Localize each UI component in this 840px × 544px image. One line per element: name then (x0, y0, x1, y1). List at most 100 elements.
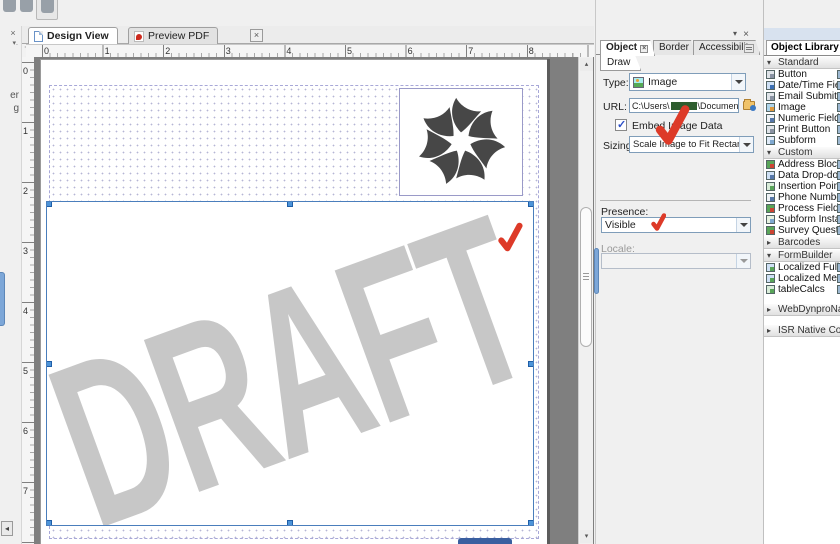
panel-menu-icon[interactable] (13, 39, 18, 47)
palette-header (764, 28, 840, 40)
library-item-data-drop-down-l[interactable]: Data Drop-down L (764, 170, 840, 181)
ruler-number: 7 (468, 46, 474, 56)
browse-button[interactable] (741, 97, 756, 113)
object-palette: Object Border Accessibility Draw Type: I… (595, 0, 757, 544)
close-icon[interactable] (640, 45, 648, 53)
toolbar-icon[interactable] (3, 0, 16, 12)
close-icon[interactable] (8, 28, 18, 38)
library-item-tablecalcs[interactable]: tableCalcs (764, 284, 840, 295)
library-section-webdynpronative[interactable]: ▸WebDynproNative (764, 303, 840, 316)
close-tab-button[interactable] (250, 29, 263, 42)
collapse-panel-button[interactable] (1, 521, 13, 536)
tab-overflow-icon[interactable] (744, 44, 754, 53)
library-item-subform[interactable]: Subform (764, 135, 840, 146)
left-panel-edge: er g (0, 26, 22, 544)
image-icon (766, 103, 775, 112)
ruler-number: 2 (165, 46, 171, 56)
tab-design-view[interactable]: Design View (28, 27, 118, 44)
selection-handle[interactable] (47, 202, 52, 207)
triangle-right-icon[interactable]: ▸ (767, 325, 771, 336)
selection-handle[interactable] (287, 520, 293, 525)
library-section-formbuilder[interactable]: ▾ FormBuilder (764, 249, 840, 262)
subform-instance-icon (766, 215, 775, 224)
library-item-date-time-field[interactable]: Date/Time Field (764, 80, 840, 91)
library-section-standard[interactable]: ▾ Standard (764, 56, 840, 69)
library-item-process-fields[interactable]: Process Fields (764, 203, 840, 214)
library-item-numeric-field[interactable]: Numeric Field (764, 113, 840, 124)
library-section-barcodes[interactable]: ▸ Barcodes (764, 236, 840, 249)
selection-handle[interactable] (528, 520, 533, 525)
logo-image-object[interactable] (399, 88, 523, 196)
image-icon (633, 76, 644, 88)
selected-image-object[interactable]: DRAFT (46, 201, 534, 526)
tab-object[interactable]: Object (600, 40, 655, 56)
chevron-down-icon[interactable] (731, 74, 745, 90)
content-area[interactable]: DRAFT (46, 85, 539, 539)
panel-splitter-grip[interactable] (594, 248, 599, 294)
selection-handle[interactable] (528, 360, 533, 367)
subform-icon (766, 136, 775, 145)
ruler-number: 3 (225, 46, 231, 56)
library-item-image[interactable]: Image (764, 102, 840, 113)
embed-image-data-checkbox[interactable] (615, 118, 627, 131)
library-item-localized-full-date[interactable]: Localized Full Date (764, 262, 840, 273)
selection-handle[interactable] (47, 520, 52, 525)
library-item-print-button[interactable]: Print Button (764, 124, 840, 135)
palette-close-icon[interactable] (743, 29, 749, 40)
library-item-email-submit-butto[interactable]: Email Submit Butto (764, 91, 840, 102)
scroll-down-icon[interactable] (580, 530, 593, 543)
ruler-number: 6 (23, 426, 29, 436)
chevron-down-icon[interactable] (739, 137, 753, 152)
selection-handle[interactable] (528, 202, 533, 207)
tab-preview-pdf[interactable]: Preview PDF (128, 27, 219, 44)
library-item-address-block[interactable]: Address Block (764, 159, 840, 170)
toolbar-icon[interactable] (20, 0, 33, 12)
tab-object-library[interactable]: Object Library (766, 40, 840, 55)
numeric-field-icon (766, 114, 775, 123)
app-window: er g Design View Preview PDF 0 1 2 3 4 5 6 7 8 0… (0, 0, 840, 544)
panel-splitter-grip[interactable] (0, 272, 5, 326)
ruler-number: 3 (23, 246, 29, 256)
print-button-icon (766, 125, 775, 134)
chevron-down-icon (736, 254, 750, 268)
library-section-custom[interactable]: ▾ Custom (764, 146, 840, 159)
library-item-insertion-point[interactable]: Insertion Point (764, 181, 840, 192)
tab-border[interactable]: Border (653, 40, 696, 55)
localized-medium-icon (766, 274, 775, 283)
design-canvas[interactable]: DRAFT (34, 57, 594, 544)
vertical-ruler: 0 1 2 3 4 5 6 7 (22, 57, 34, 544)
folder-icon (742, 98, 756, 111)
sizing-dropdown[interactable]: Scale Image to Fit Rectangle (629, 136, 754, 153)
scroll-up-icon[interactable] (580, 58, 593, 71)
library-item-subform-instance[interactable]: Subform Instance (764, 214, 840, 225)
toolbar-button[interactable] (36, 0, 58, 20)
scrollbar-thumb[interactable] (580, 207, 592, 347)
selection-handle[interactable] (47, 360, 52, 367)
library-item-phone-number-u[interactable]: Phone Number - U (764, 192, 840, 203)
ruler-number: 1 (23, 126, 29, 136)
library-section-isr-native-contro[interactable]: ▸ISR Native Contro (764, 324, 840, 337)
page-tab-sliver[interactable] (458, 538, 512, 544)
palette-tab-bar: Object Border Accessibility (596, 40, 758, 55)
selection-handle[interactable] (287, 202, 293, 207)
data-dropdown-list-icon (766, 171, 775, 180)
locale-dropdown[interactable] (601, 253, 751, 269)
tab-draw[interactable]: Draw (600, 56, 641, 71)
triangle-right-icon[interactable]: ▸ (767, 237, 771, 248)
triangle-down-icon[interactable]: ▾ (767, 147, 771, 158)
library-item-localized-medium[interactable]: Localized Medium (764, 273, 840, 284)
red-checkmark-annotation (651, 213, 666, 231)
ruler-number: 6 (407, 46, 413, 56)
ruler-number: 0 (23, 66, 29, 76)
presence-dropdown[interactable]: Visible (601, 217, 751, 233)
palette-menu-icon[interactable] (733, 29, 737, 38)
triangle-down-icon[interactable]: ▾ (767, 250, 771, 261)
type-dropdown[interactable]: Image (629, 73, 746, 91)
library-item-button[interactable]: Button (764, 69, 840, 80)
triangle-right-icon[interactable]: ▸ (767, 304, 771, 315)
triangle-down-icon[interactable]: ▾ (767, 57, 771, 68)
library-item-survey-question[interactable]: Survey Question (764, 225, 840, 236)
chevron-down-icon[interactable] (736, 218, 750, 232)
canvas-vertical-scrollbar[interactable] (578, 57, 593, 544)
form-page[interactable]: DRAFT (40, 59, 547, 544)
